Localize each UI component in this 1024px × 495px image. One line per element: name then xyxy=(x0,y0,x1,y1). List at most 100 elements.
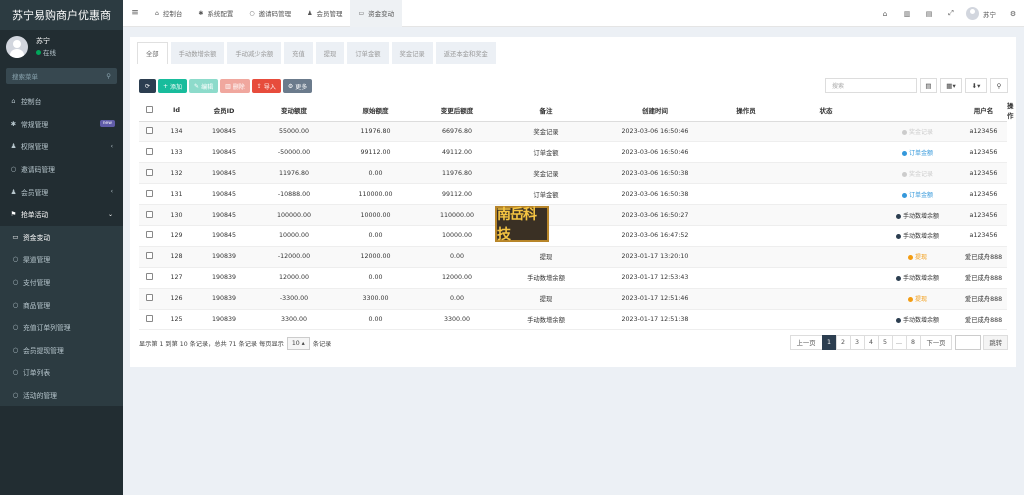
cell-spacer xyxy=(777,183,875,206)
top-tab-icon: ♟ xyxy=(307,9,313,17)
prev-page-button[interactable]: 上一页 xyxy=(789,335,823,350)
table-row: 128 190839 -12000.00 12000.00 0.00 提现 2023-01-… xyxy=(139,246,1007,268)
tab-2[interactable]: 手动减少余额 xyxy=(227,42,282,64)
column-header[interactable]: 操作员 xyxy=(715,100,777,122)
column-header[interactable]: 会员ID xyxy=(194,100,254,122)
chevron-icon: ‹ xyxy=(110,188,113,196)
select-all-checkbox[interactable] xyxy=(145,105,153,113)
column-header[interactable]: Id xyxy=(159,100,194,122)
edit-button[interactable]: ✎ 编辑 xyxy=(189,79,219,93)
delete-button[interactable]: ▥ 删除 xyxy=(220,79,250,93)
row-checkbox[interactable] xyxy=(145,231,153,239)
tab-6[interactable]: 奖金记录 xyxy=(391,42,433,64)
menu-toggle-icon[interactable]: ≡ xyxy=(123,8,147,18)
sidebar-item-9[interactable]: ○ 商品管理 xyxy=(0,293,123,316)
row-checkbox[interactable] xyxy=(145,126,153,134)
pagination-info: 显示第 1 到第 10 条记录，总共 71 条记录 每页显示 10 ▴ 条记录 xyxy=(139,337,331,350)
row-checkbox[interactable] xyxy=(145,147,153,155)
tab-1[interactable]: 手动数增余额 xyxy=(170,42,225,64)
sidebar-item-4[interactable]: ♟ 会员管理 ‹ xyxy=(0,180,123,203)
page-2[interactable]: 2 xyxy=(835,335,851,350)
sidebar-item-10[interactable]: ○ 充值订单列管理 xyxy=(0,315,123,339)
tab-4[interactable]: 提现 xyxy=(315,42,345,64)
cell-status: 手动数增余额 xyxy=(875,309,960,331)
column-header[interactable]: 变动额度 xyxy=(254,100,334,122)
page-3[interactable]: 3 xyxy=(849,335,865,350)
page-4[interactable]: 4 xyxy=(863,335,879,350)
import-button[interactable]: ⇪ 导入 xyxy=(251,79,281,93)
tab-5[interactable]: 订单金额 xyxy=(347,42,389,64)
column-header[interactable]: 创建时间 xyxy=(595,100,715,122)
column-header[interactable]: 原始额度 xyxy=(334,100,417,122)
cell-uid: 190845 xyxy=(194,183,254,206)
home-icon[interactable]: ⌂ xyxy=(874,10,896,18)
row-checkbox[interactable] xyxy=(145,252,153,260)
user-status: 在线 xyxy=(36,47,56,59)
jump-button[interactable]: 跳转 xyxy=(983,335,1008,350)
sidebar-item-11[interactable]: ○ 会员提现管理 xyxy=(0,338,123,362)
sidebar-item-1[interactable]: ✱ 常规管理 new xyxy=(0,113,123,136)
search-icon[interactable]: ⚲ xyxy=(990,78,1008,93)
column-header[interactable]: 状态 xyxy=(777,100,875,122)
sidebar-item-3[interactable]: ○ 邀请码管理 xyxy=(0,158,123,181)
page-8[interactable]: 8 xyxy=(905,335,921,350)
row-checkbox[interactable] xyxy=(145,189,153,197)
top-user-menu[interactable]: 苏宁 xyxy=(962,7,1002,20)
cog-icon[interactable]: ⚙ xyxy=(1002,10,1024,18)
column-header[interactable]: 备注 xyxy=(497,100,595,122)
tab-3[interactable]: 充值 xyxy=(284,42,313,64)
sidebar-item-12[interactable]: ○ 订单列表 xyxy=(0,361,123,384)
cell-status: 手动数增余额 xyxy=(875,204,960,226)
row-checkbox[interactable] xyxy=(145,168,153,176)
tab-7[interactable]: 返还本金和奖金 xyxy=(435,42,496,64)
row-checkbox[interactable] xyxy=(145,273,153,281)
more-button[interactable]: ⚙ 更多 xyxy=(282,79,313,93)
top-tab-icon: ▭ xyxy=(358,9,365,17)
table-row: 134 190845 55000.00 11976.80 66976.80 奖金记录 202… xyxy=(139,121,1007,143)
page-5[interactable]: 5 xyxy=(877,335,893,350)
row-checkbox[interactable] xyxy=(145,314,153,322)
add-button[interactable]: + 添加 xyxy=(158,79,188,93)
cell-orig: 0.00 xyxy=(334,225,417,247)
comment-icon[interactable]: ▤ xyxy=(918,10,940,18)
column-header[interactable]: 用户名 xyxy=(960,100,1007,122)
top-tab-4[interactable]: ▭ 资金变动 xyxy=(350,0,403,27)
top-tab-0[interactable]: ⌂ 控制台 xyxy=(147,0,190,27)
column-header[interactable]: 变更后额度 xyxy=(417,100,497,122)
columns-dropdown-icon[interactable]: ▦▾ xyxy=(940,78,962,93)
page-...[interactable]: ... xyxy=(891,335,907,350)
sidebar-item-7[interactable]: ○ 渠道管理 xyxy=(0,248,123,271)
tab-0[interactable]: 全部 xyxy=(137,42,168,64)
menu-icon: ○ xyxy=(12,391,19,400)
next-page-button[interactable]: 下一页 xyxy=(919,335,953,350)
toolbar: ⟳ + 添加 ✎ 编辑 ▥ 删除 ⇪ 导入 ⚙ 更多 xyxy=(139,79,314,93)
refresh-button[interactable]: ⟳ xyxy=(139,79,156,93)
menu-search-input[interactable]: 搜索菜单 ⚲ xyxy=(6,68,117,84)
trash-icon[interactable]: ▥ xyxy=(896,10,918,18)
status-text: 奖金记录 xyxy=(908,128,933,136)
expand-icon[interactable]: ⤢ xyxy=(940,9,962,18)
cell-user: a123456 xyxy=(960,162,1007,185)
export-dropdown-icon[interactable]: ⬇▾ xyxy=(965,78,987,93)
top-tab-2[interactable]: ○ 邀请码管理 xyxy=(241,0,299,27)
sidebar-item-8[interactable]: ○ 支付管理 xyxy=(0,270,123,294)
toggle-view-icon[interactable]: ▤ xyxy=(920,78,937,93)
sidebar-item-6[interactable]: ▭ 资金变动 xyxy=(0,225,123,249)
row-select-cell xyxy=(139,121,159,143)
sidebar-item-13[interactable]: ○ 活动的管理 xyxy=(0,383,123,407)
status-badge: 手动数增余额 xyxy=(895,213,939,220)
row-checkbox[interactable] xyxy=(145,210,153,218)
sidebar-item-label: 邀请码管理 xyxy=(21,166,55,175)
table-search-input[interactable]: 搜索 xyxy=(825,78,917,93)
jump-page-input[interactable] xyxy=(955,335,982,350)
row-checkbox[interactable] xyxy=(145,294,153,302)
sidebar-item-0[interactable]: ⌂ 控制台 xyxy=(0,90,123,113)
cell-op xyxy=(715,183,777,206)
sidebar-item-2[interactable]: ♟ 权限管理 ‹ xyxy=(0,135,123,158)
cell-uid: 190845 xyxy=(194,141,254,164)
top-tab-1[interactable]: ✱ 系统配置 xyxy=(190,0,241,27)
sidebar-item-5[interactable]: ⚑ 抢单活动 ⌄ xyxy=(0,203,123,226)
top-tab-3[interactable]: ♟ 会员管理 xyxy=(299,0,350,27)
page-size-select[interactable]: 10 ▴ xyxy=(286,337,310,350)
page-1[interactable]: 1 xyxy=(821,335,837,350)
